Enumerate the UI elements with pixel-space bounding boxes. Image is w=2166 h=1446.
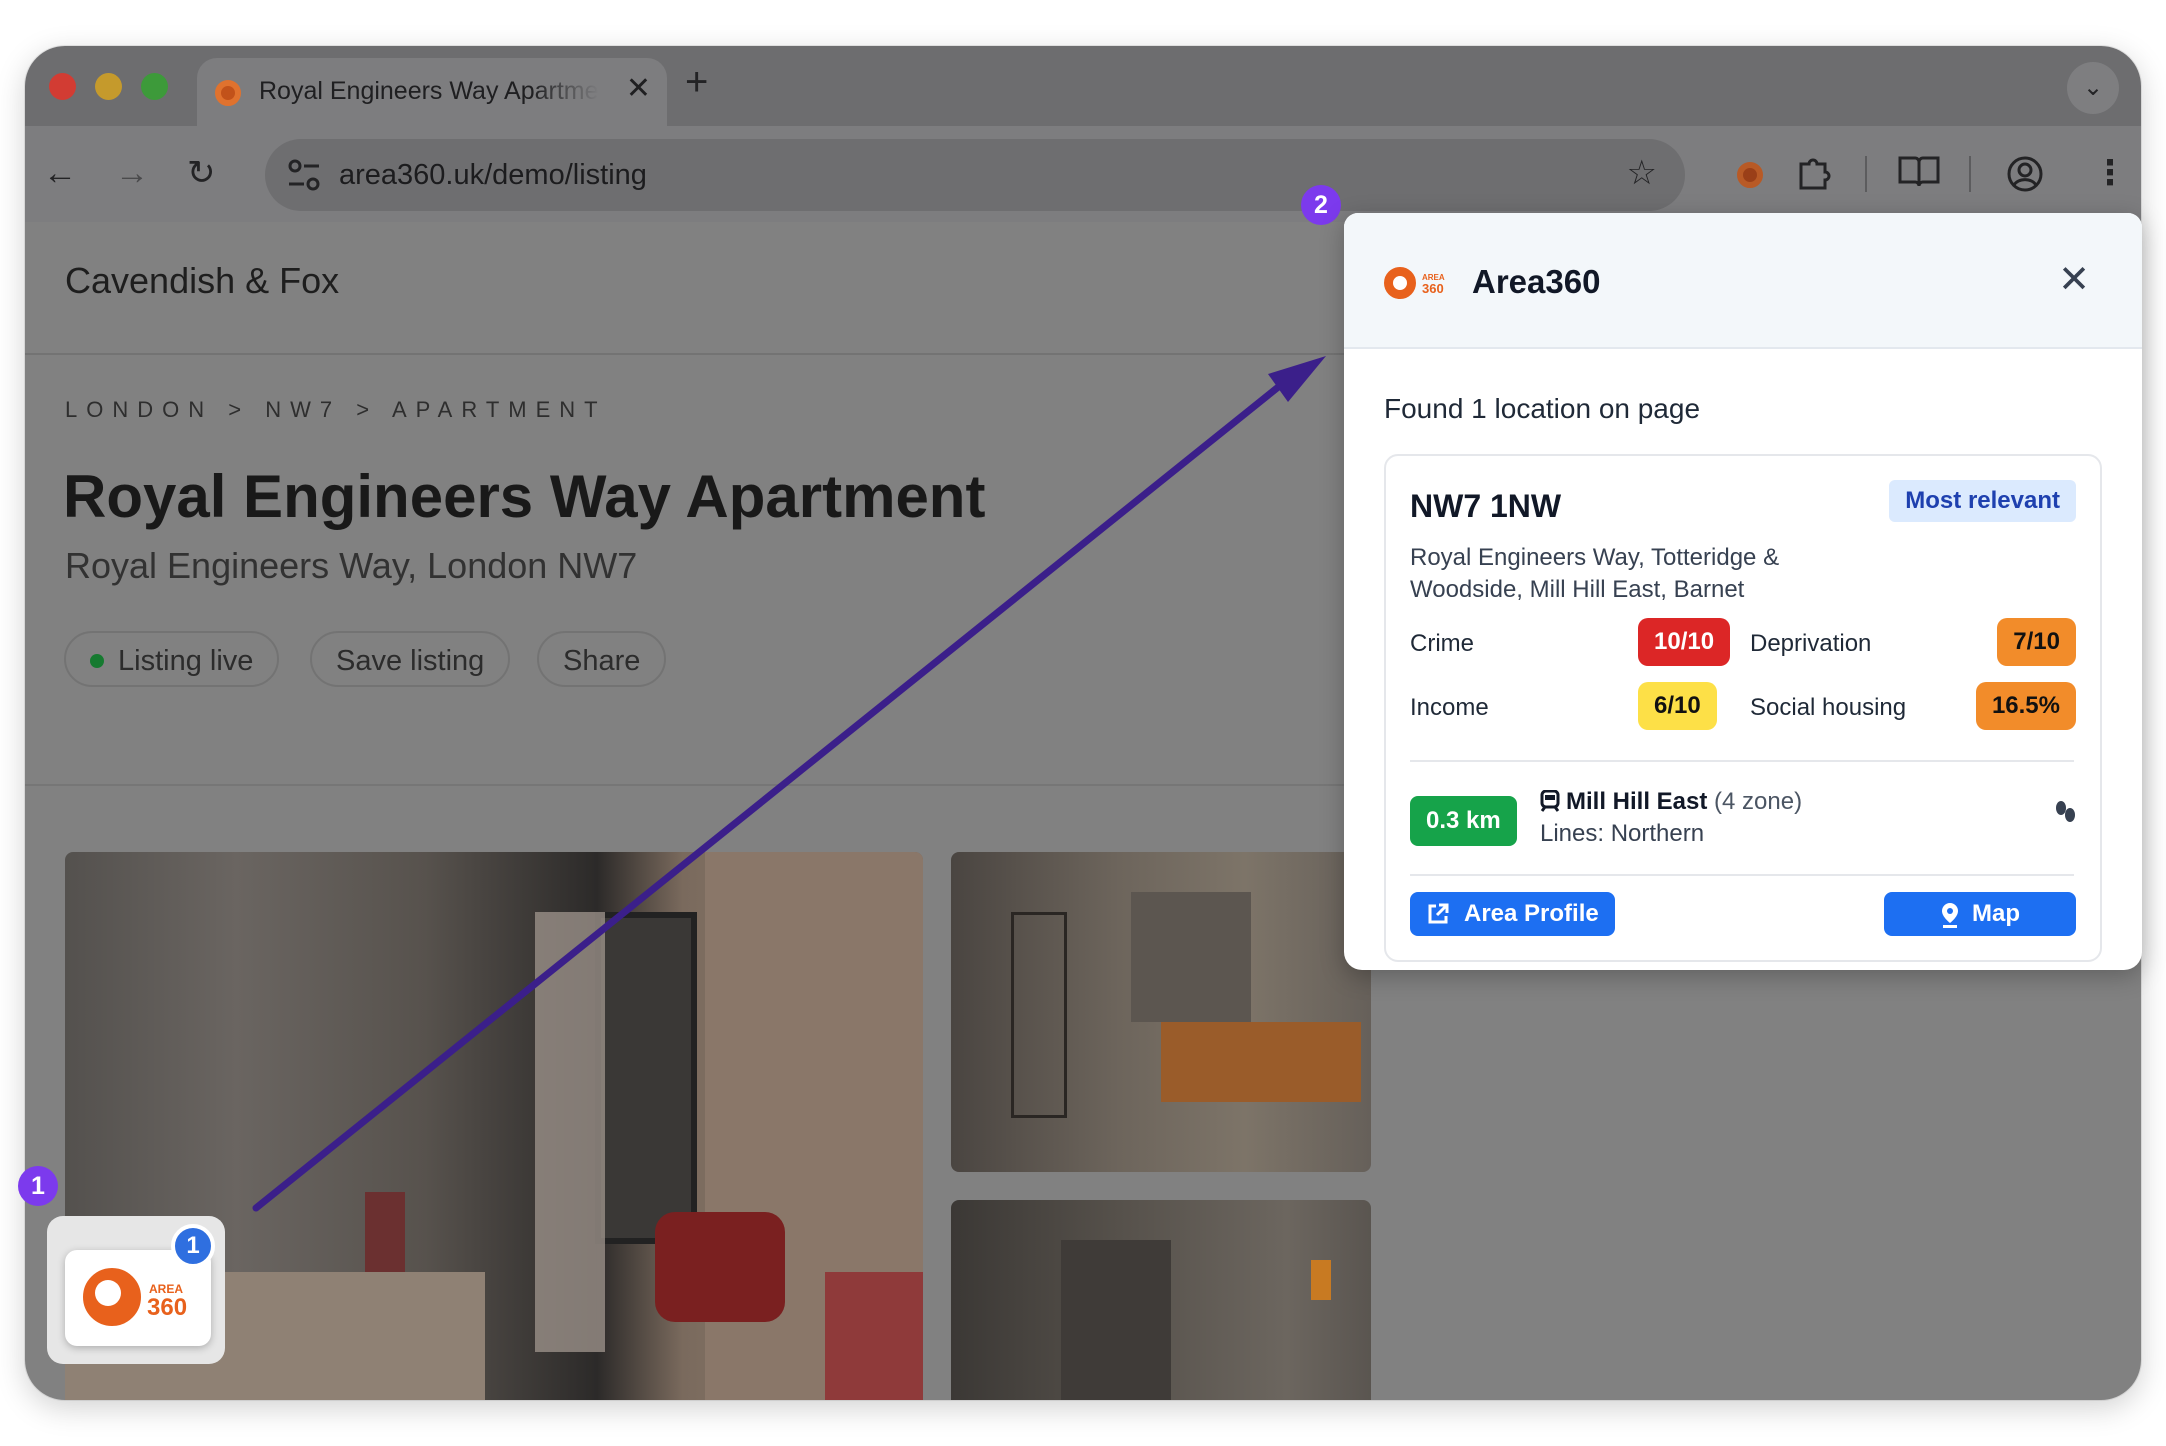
relevance-badge: Most relevant (1889, 480, 2076, 522)
postcode: NW7 1NW (1410, 488, 1562, 524)
area360-launcher[interactable]: AREA 360 1 (47, 1216, 225, 1364)
social-housing-label: Social housing (1750, 694, 1907, 721)
income-score-badge: 6/10 (1638, 682, 1717, 730)
station-info: Mill Hill East (4 zone) (1540, 788, 1802, 816)
train-icon (1540, 789, 1560, 812)
map-pin-icon (1942, 903, 1958, 928)
divider (1410, 760, 2074, 762)
station-zone: (4 zone) (1714, 788, 1803, 815)
location-card: NW7 1NW Most relevant Royal Engineers Wa… (1384, 454, 2102, 962)
deprivation-label: Deprivation (1750, 630, 1872, 657)
footsteps-icon (2056, 801, 2075, 822)
deprivation-score-badge: 7/10 (1997, 618, 2076, 666)
area360-popup: AREA 360 Area360 ✕ Found 1 location on p… (1344, 213, 2142, 970)
external-link-icon (1428, 903, 1449, 924)
divider (1410, 874, 2074, 876)
area360-logo-icon (83, 1268, 141, 1326)
popup-header: AREA 360 Area360 ✕ (1344, 213, 2142, 349)
logo-360-text: 360 (1422, 281, 1444, 296)
logo-360-text: 360 (147, 1294, 188, 1321)
area-profile-button[interactable]: Area Profile (1410, 892, 1615, 936)
found-locations-text: Found 1 location on page (1384, 393, 1701, 424)
map-button[interactable]: Map (1884, 892, 2076, 936)
distance-badge: 0.3 km (1410, 796, 1517, 846)
area-profile-label: Area Profile (1464, 900, 1599, 927)
station-name: Mill Hill East (1566, 788, 1708, 815)
social-housing-badge: 16.5% (1975, 682, 2076, 730)
close-icon[interactable]: ✕ (2058, 257, 2090, 302)
annotation-marker-2: 2 (1301, 185, 1341, 225)
map-label: Map (1972, 900, 2020, 927)
annotation-marker-1: 1 (18, 1166, 58, 1206)
location-count-badge: 1 (171, 1224, 215, 1268)
income-label: Income (1410, 694, 1489, 721)
crime-label: Crime (1410, 630, 1474, 657)
location-address: Royal Engineers Way, Totteridge & Woodsi… (1410, 544, 1780, 603)
station-lines: Lines: Northern (1540, 820, 1705, 847)
popup-title: Area360 (1472, 263, 1601, 300)
area360-logo-icon (1384, 267, 1416, 299)
crime-score-badge: 10/10 (1638, 618, 1731, 666)
